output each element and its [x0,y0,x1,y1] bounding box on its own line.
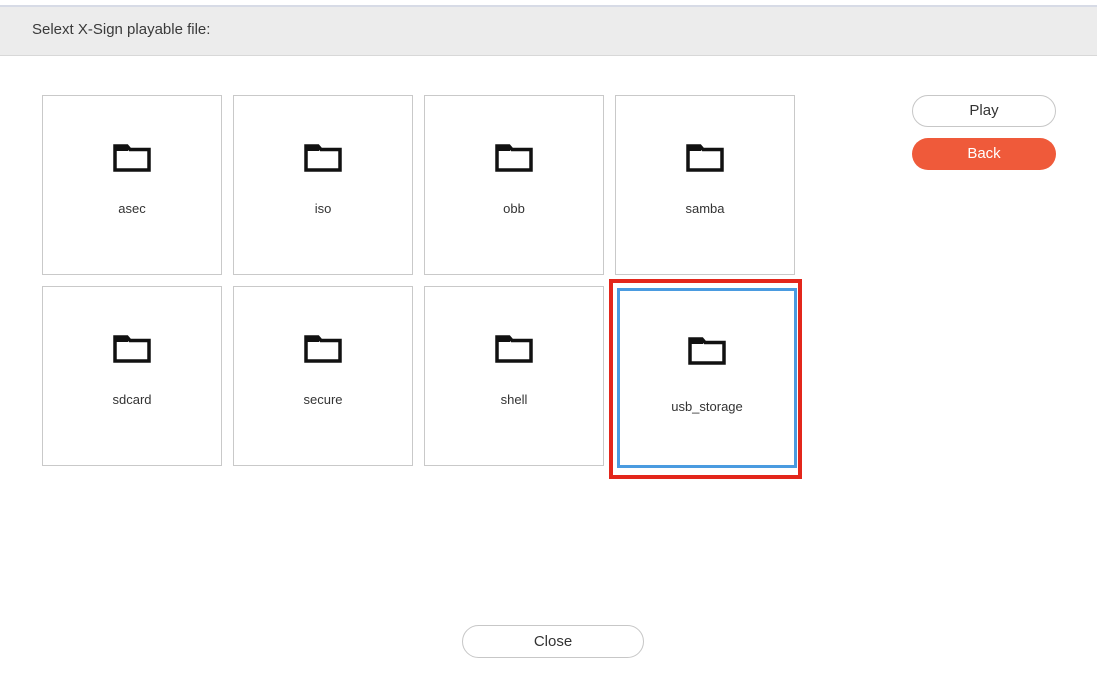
folder-icon [113,335,151,363]
folder-icon [304,335,342,363]
folder-tile-asec[interactable]: asec [42,95,222,275]
folder-tile-obb[interactable]: obb [424,95,604,275]
folder-label: iso [314,201,332,216]
folder-icon [688,337,726,365]
dialog-title: Selext X-Sign playable file: [32,21,211,38]
folder-label: obb [503,201,525,216]
folder-icon [495,144,533,172]
folder-label: samba [685,201,725,216]
close-button[interactable]: Close [462,625,644,658]
folder-tile-shell[interactable]: shell [424,286,604,466]
folder-label: shell [500,392,528,407]
folder-icon [495,335,533,363]
folder-tile-iso[interactable]: iso [233,95,413,275]
folder-grid: asec iso obb samba sdcard secure shell u… [42,95,798,469]
file-picker-dialog: Selext X-Sign playable file: asec iso ob… [0,0,1097,680]
header-bar: Selext X-Sign playable file: [0,7,1097,56]
folder-icon [113,144,151,172]
folder-tile-usb-storage[interactable]: usb_storage [617,288,797,468]
folder-tile-samba[interactable]: samba [615,95,795,275]
folder-label: sdcard [112,392,152,407]
folder-tile-secure[interactable]: secure [233,286,413,466]
folder-label: asec [118,201,146,216]
folder-icon [686,144,724,172]
folder-label: usb_storage [671,399,743,414]
play-button[interactable]: Play [912,95,1056,127]
back-button[interactable]: Back [912,138,1056,170]
folder-icon [304,144,342,172]
folder-tile-sdcard[interactable]: sdcard [42,286,222,466]
folder-label: secure [303,392,343,407]
